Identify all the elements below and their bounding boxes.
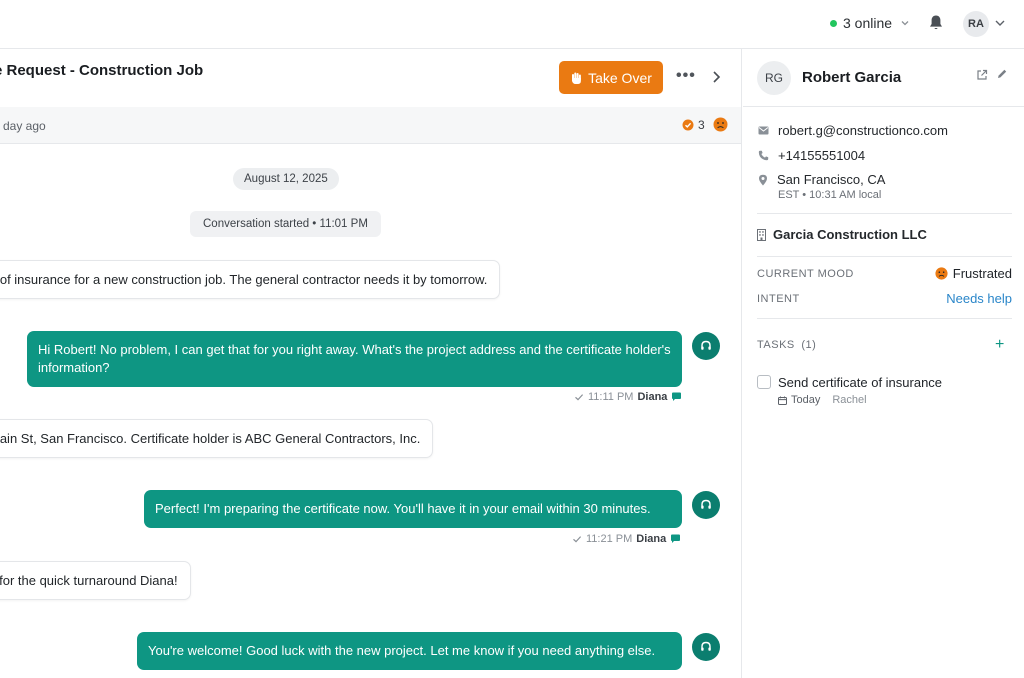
updated-time: day ago [3,119,46,133]
location-icon [759,174,767,185]
edit-icon[interactable] [996,68,1008,80]
check-icon [573,536,582,543]
tasks-header: TASKS (1) [757,339,816,351]
message-text: Main St, San Francisco. Certificate hold… [0,431,421,446]
frown-icon [935,267,948,280]
hand-icon [572,72,581,84]
message-incoming: s for the quick turnaround Diana! [0,561,191,600]
message-incoming: Main St, San Francisco. Certificate hold… [0,419,434,458]
message-text: You're welcome! Good luck with the new p… [148,643,656,658]
frown-icon [713,117,728,132]
customer-company[interactable]: Garcia Construction LLC [757,227,927,242]
conversation-started-chip: Conversation started • 11:01 PM [190,211,381,237]
message-agent: Diana [636,533,667,545]
conversation-subbar: day ago 3 [0,107,741,144]
customer-panel: RG Robert Garcia robert.g@constructionco… [743,49,1024,678]
task-checkbox[interactable] [757,375,771,389]
message-agent: Diana [637,391,668,403]
online-dot-icon [830,19,837,27]
headset-icon [692,332,720,360]
message-incoming: e of insurance for a new construction jo… [0,260,501,299]
message-text: s for the quick turnaround Diana! [0,573,178,588]
divider [757,318,1012,319]
message-meta: 11:11 PM Diana [574,391,682,403]
external-link-icon[interactable] [976,69,988,81]
customer-email[interactable]: robert.g@constructionco.com [758,123,948,138]
calendar-icon [778,396,787,405]
check-icon [575,394,584,401]
chat-icon [672,392,682,401]
bell-icon[interactable] [928,14,944,32]
customer-phone[interactable]: +14155551004 [758,148,865,163]
mail-icon [758,126,769,135]
top-bar: 3 online RA [0,0,1024,49]
message-time: 11:11 PM [588,391,634,403]
divider [757,256,1012,257]
task-due: Today [791,394,821,406]
alert-count-badge[interactable]: 3 [682,118,705,132]
mood-text: Frustrated [952,266,1012,281]
add-task-button[interactable]: + [995,336,1004,354]
message-outgoing: Hi Robert! No problem, I can get that fo… [27,331,682,387]
tasks-count: (1) [801,339,817,351]
message-text: e of insurance for a new construction jo… [0,272,488,287]
conversation-panel: e Request - Construction Job Take Over •… [0,49,742,678]
date-chip: August 12, 2025 [233,168,339,190]
building-icon [757,228,766,241]
message-time: 11:21 PM [586,533,633,545]
message-meta: 11:21 PM Diana [572,533,681,545]
chevron-right-icon[interactable] [710,69,722,85]
take-over-button[interactable]: Take Over [559,61,663,94]
phone-icon [758,150,769,161]
location-text: San Francisco, CA [777,172,886,187]
task-label[interactable]: Send certificate of insurance [778,375,942,390]
company-text: Garcia Construction LLC [773,227,927,242]
divider [743,106,1024,107]
headset-icon [692,633,720,661]
take-over-label: Take Over [588,69,652,86]
chevron-down-icon [901,21,909,26]
phone-text: +14155551004 [778,148,866,163]
customer-avatar: RG [757,61,791,95]
online-count: 3 online [843,15,893,31]
chat-icon [671,534,681,543]
tasks-label: TASKS [757,339,795,351]
headset-icon [692,491,720,519]
user-avatar[interactable]: RA [963,11,989,37]
task-assignee: Rachel [832,394,867,406]
online-status[interactable]: 3 online [830,15,910,31]
message-text: Perfect! I'm preparing the certificate n… [155,501,651,516]
check-badge-icon [682,119,694,131]
email-text: robert.g@constructionco.com [778,123,948,138]
divider [757,213,1012,214]
chevron-down-icon[interactable] [994,17,1006,29]
message-outgoing: Perfect! I'm preparing the certificate n… [144,490,682,528]
task-meta: Today Rachel [778,394,867,406]
customer-name: Robert Garcia [802,69,902,86]
intent-value[interactable]: Needs help [946,291,1012,306]
mood-label: CURRENT MOOD [757,268,854,280]
message-text: Hi Robert! No problem, I can get that fo… [38,342,671,375]
alert-count: 3 [698,118,705,132]
local-time: EST • 10:31 AM local [778,189,882,201]
mood-value: Frustrated [935,266,1012,281]
conversation-title: e Request - Construction Job [0,62,204,79]
intent-label: INTENT [757,293,800,305]
customer-location: San Francisco, CA [758,172,885,187]
more-icon[interactable]: ••• [676,67,696,85]
message-outgoing: You're welcome! Good luck with the new p… [137,632,682,670]
